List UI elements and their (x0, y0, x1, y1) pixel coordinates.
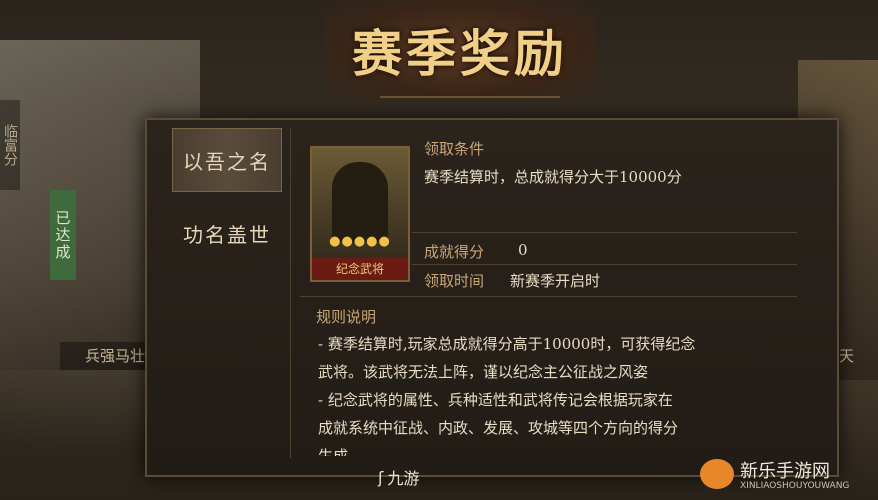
tab-gongminggaishi[interactable]: 功名盖世 (172, 202, 282, 264)
condition-text: 赛季结算时，总成就得分大于10000分 (424, 168, 682, 186)
title-plaque: 赛季奖励 (325, 0, 595, 100)
rules-line: 武将。该武将无法上阵，谨以纪念主公征战之风姿 (318, 363, 649, 381)
achieved-banner: 已达成 (50, 190, 76, 280)
nine-game-watermark: ʃ 九游 (378, 462, 498, 492)
site-watermark: 新乐手游网 XINLIAOSHOUYOUWANG (700, 455, 870, 495)
general-silhouette (332, 162, 388, 242)
divider-line (412, 232, 797, 233)
title-ornament (380, 96, 560, 112)
rules-body: - 赛季结算时,玩家总成就得分高于10000时，可获得纪念 武将。该武将无法上阵… (318, 330, 798, 456)
site-url: XINLIAOSHOUYOUWANG (740, 481, 850, 491)
background-left-vertical-text: 临富分 (0, 100, 20, 190)
score-label: 成就得分 (424, 243, 485, 261)
portrait-label: 纪念武将 (312, 258, 408, 280)
rules-line: - 赛季结算时,玩家总成就得分高于10000时，可获得纪念 (318, 335, 696, 353)
divider-line (412, 264, 797, 265)
page-title: 赛季奖励 (352, 24, 568, 83)
nine-game-logo-icon: ʃ (378, 467, 384, 487)
commemorative-general-portrait[interactable]: ●●●●● 纪念武将 (310, 146, 410, 282)
divider-line (300, 296, 797, 297)
rules-line: 成就系统中征战、内政、发展、攻城等四个方向的得分 (318, 419, 679, 437)
tab-yiwuzhiming[interactable]: 以吾之名 (172, 128, 282, 192)
tab-divider (290, 128, 291, 458)
time-value: 新赛季开启时 (510, 272, 601, 290)
tab-list: 以吾之名 功名盖世 (172, 128, 282, 264)
score-value: 0 (518, 241, 528, 259)
site-logo-icon (700, 459, 734, 489)
time-label: 领取时间 (424, 272, 485, 290)
condition-label: 领取条件 (424, 140, 485, 158)
site-name: 新乐手游网 (740, 461, 830, 482)
rules-heading: 规则说明 (316, 308, 377, 326)
rules-line: 生成 (318, 447, 349, 456)
star-rating: ●●●●● (329, 234, 391, 249)
rules-line: - 纪念武将的属性、兵种适性和武将传记会根据玩家在 (318, 391, 673, 409)
nine-game-name: 九游 (387, 469, 420, 488)
